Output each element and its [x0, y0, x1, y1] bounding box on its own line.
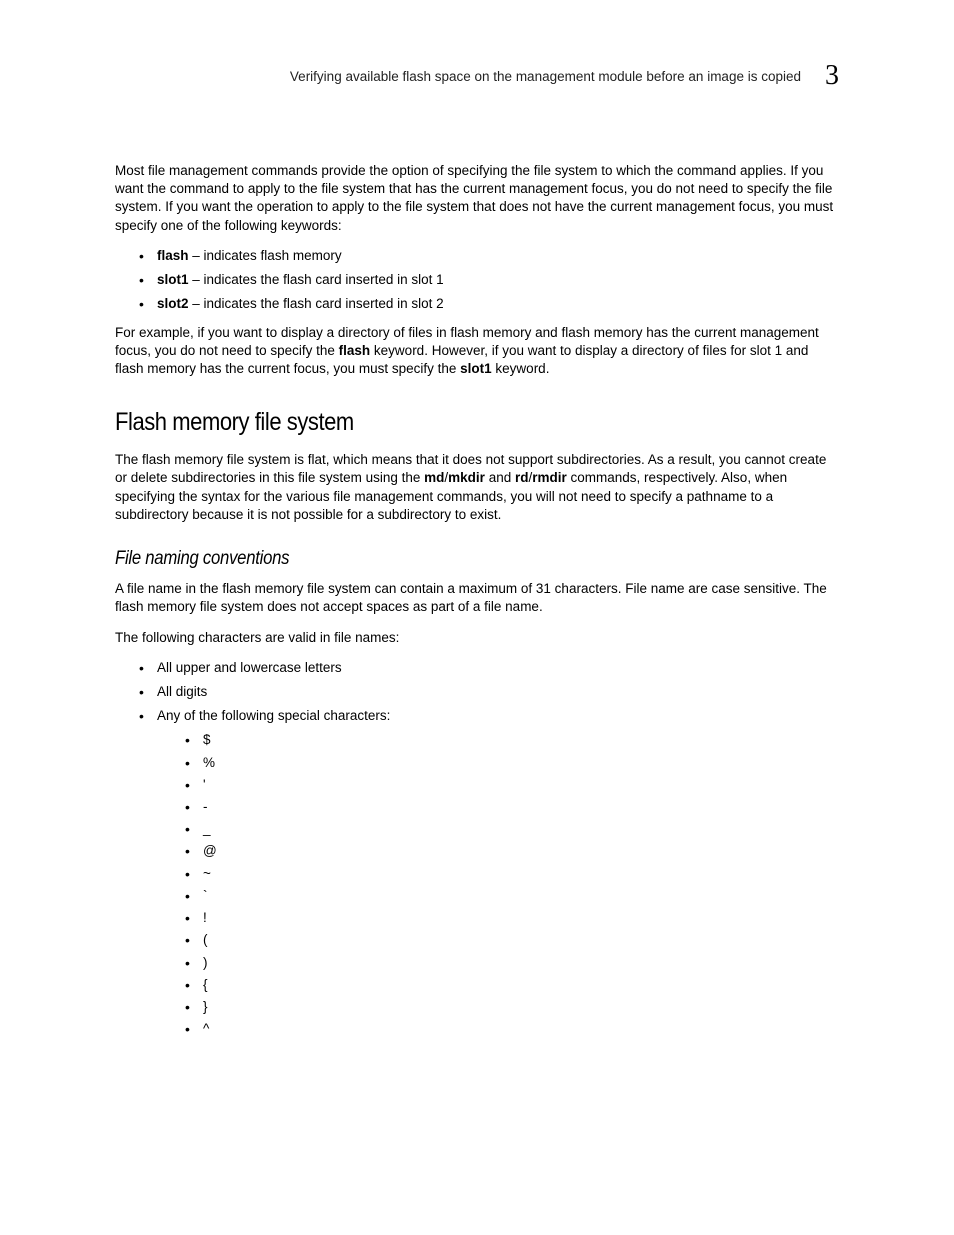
keyword-slot2: slot2: [157, 296, 189, 311]
heading-flash-memory: Flash memory file system: [115, 408, 752, 437]
paragraph-valid-chars-intro: The following characters are valid in fi…: [115, 629, 839, 647]
p3-rmdir: rmdir: [532, 470, 567, 485]
heading-file-naming: File naming conventions: [115, 548, 752, 570]
keyword-slot1: slot1: [157, 272, 189, 287]
special-char: ^: [203, 1020, 839, 1038]
special-char: `: [203, 887, 839, 905]
special-char: !: [203, 909, 839, 927]
keyword-list: flash – indicates flash memory slot1 – i…: [115, 247, 839, 314]
header-title: Verifying available flash space on the m…: [290, 69, 801, 84]
special-char: ): [203, 954, 839, 972]
special-char: ~: [203, 865, 839, 883]
valid-special-label: Any of the following special characters:: [157, 708, 390, 723]
special-char: }: [203, 998, 839, 1016]
page: Verifying available flash space on the m…: [0, 0, 954, 1235]
p3-md: md: [424, 470, 444, 485]
p3-mkdir: mkdir: [448, 470, 485, 485]
paragraph-filename-rules: A file name in the flash memory file sys…: [115, 580, 839, 616]
running-header: Verifying available flash space on the m…: [115, 60, 839, 92]
chapter-number: 3: [825, 60, 839, 92]
p3-rd: rd: [515, 470, 529, 485]
keyword-slot1-desc: – indicates the flash card inserted in s…: [189, 272, 444, 287]
keyword-slot2-desc: – indicates the flash card inserted in s…: [189, 296, 444, 311]
special-char: _: [203, 820, 839, 838]
special-char: ': [203, 776, 839, 794]
valid-item-special: Any of the following special characters:…: [157, 707, 839, 1038]
p2-e: keyword.: [492, 361, 550, 376]
valid-item-digits: All digits: [157, 683, 839, 701]
special-char: $: [203, 731, 839, 749]
special-char: {: [203, 976, 839, 994]
keyword-item-flash: flash – indicates flash memory: [157, 247, 839, 265]
paragraph-intro: Most file management commands provide th…: [115, 162, 839, 235]
special-chars-list: $ % ' - _ @ ~ ` ! ( ) { } ^: [157, 731, 839, 1038]
keyword-item-slot2: slot2 – indicates the flash card inserte…: [157, 295, 839, 313]
valid-chars-list: All upper and lowercase letters All digi…: [115, 659, 839, 1039]
p2-flash: flash: [339, 343, 371, 358]
p3-d: and: [485, 470, 515, 485]
special-char: @: [203, 842, 839, 860]
keyword-flash-desc: – indicates flash memory: [189, 248, 342, 263]
paragraph-example: For example, if you want to display a di…: [115, 324, 839, 379]
special-char: %: [203, 754, 839, 772]
paragraph-flat-fs: The flash memory file system is flat, wh…: [115, 451, 839, 524]
p2-slot1: slot1: [460, 361, 492, 376]
keyword-flash: flash: [157, 248, 189, 263]
special-char: (: [203, 931, 839, 949]
special-char: -: [203, 798, 839, 816]
valid-item-letters: All upper and lowercase letters: [157, 659, 839, 677]
keyword-item-slot1: slot1 – indicates the flash card inserte…: [157, 271, 839, 289]
